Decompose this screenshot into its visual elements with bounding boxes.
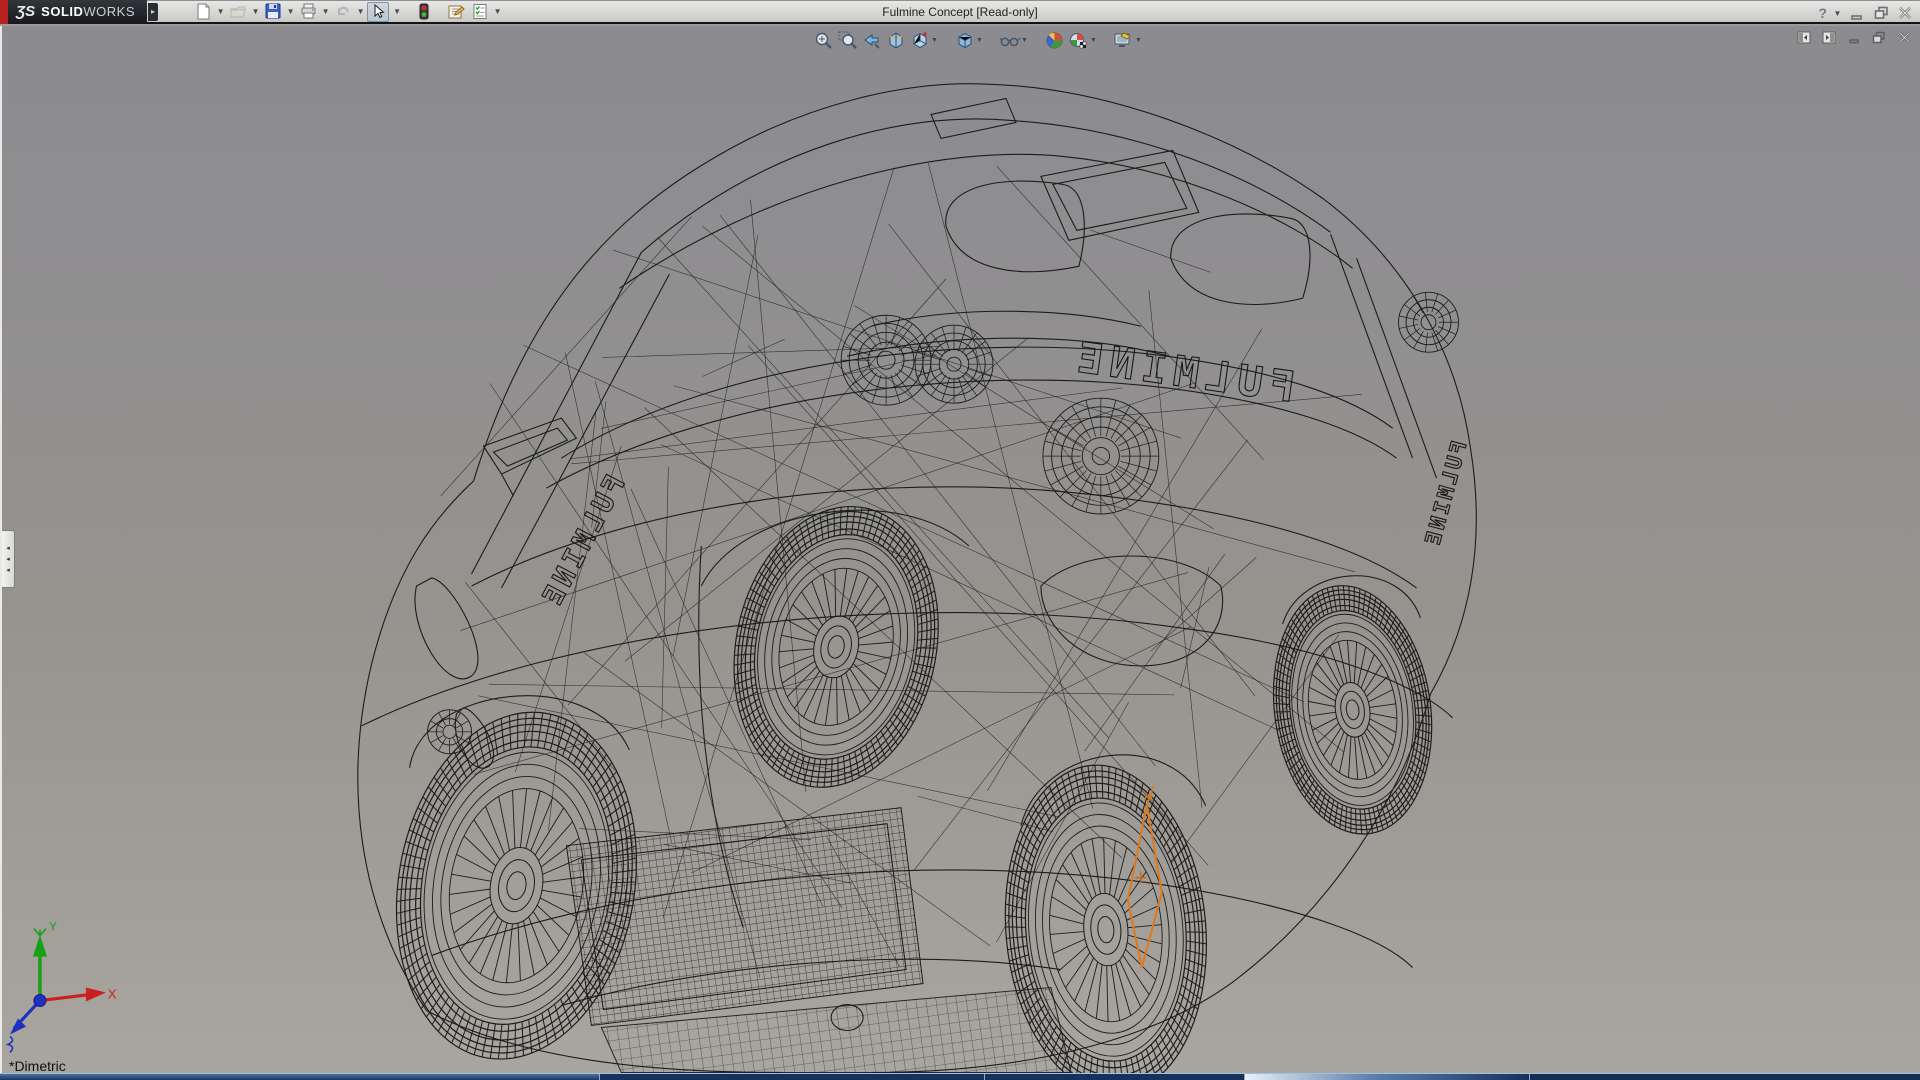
document-restore-icon (1872, 31, 1886, 44)
apply-scene-icon (1069, 31, 1088, 50)
triad-x-label: X (108, 987, 117, 1002)
document-restore-button[interactable] (1871, 29, 1887, 45)
document-close-icon (1898, 31, 1911, 44)
open-folder-icon (230, 3, 247, 20)
taskbar-button-sliver[interactable] (1245, 1074, 1530, 1080)
triad-y-label: Y (49, 920, 57, 934)
titlebar: ƷS SOLIDWORKS ▸ ▼ ▼ ▼ (0, 0, 1920, 24)
options-dropdown-caret[interactable]: ▼ (493, 7, 502, 16)
help-dropdown-caret[interactable]: ▼ (1833, 9, 1842, 18)
hide-show-items-icon (999, 31, 1020, 50)
pane-right-icon (1822, 31, 1836, 44)
featuremanager-flyout-tab[interactable]: ◂ ◂ ◂ (2, 530, 15, 588)
options-checklist-icon (472, 3, 489, 20)
display-style-button[interactable] (952, 29, 976, 51)
undo-icon (335, 3, 352, 20)
document-window-controls (1796, 29, 1912, 45)
rebuild-button[interactable] (413, 2, 435, 22)
edit-appearance-button[interactable] (1042, 29, 1066, 51)
view-orientation-caret[interactable]: ▼ (931, 37, 938, 44)
hide-show-items-caret[interactable]: ▼ (1021, 37, 1028, 44)
model-wireframe-canvas[interactable]: FULMINE FULMINE FULMINE Y X (2, 26, 1920, 1073)
select-dropdown-caret: ▼ (393, 7, 402, 16)
pane-left-icon (1797, 31, 1811, 44)
solidworks-logo: ƷS SOLIDWORKS (8, 0, 147, 24)
print-dropdown-caret[interactable]: ▼ (321, 7, 330, 16)
view-settings-caret[interactable]: ▼ (1135, 37, 1142, 44)
close-button[interactable] (1896, 4, 1914, 22)
options-button[interactable] (469, 2, 491, 22)
view-orientation-icon (910, 31, 929, 50)
heads-up-view-toolbar: ▼ ▼ ▼ (811, 29, 1142, 51)
model-lettering-front: FULMINE (1068, 332, 1298, 412)
pane-tab-arrow: ◂ (6, 567, 10, 574)
titlebar-window-controls: ? ▼ (1818, 1, 1914, 25)
undo-dropdown-caret[interactable]: ▼ (356, 7, 365, 16)
file-properties-icon (447, 3, 465, 20)
display-style-caret[interactable]: ▼ (976, 37, 983, 44)
brand-name-light: WORKS (83, 4, 135, 19)
document-minimize-button[interactable] (1846, 29, 1862, 45)
section-view-button[interactable] (883, 29, 907, 51)
pane-tab-arrow: ◂ (6, 545, 10, 552)
select-button[interactable] (367, 2, 389, 22)
save-button[interactable] (262, 2, 284, 22)
document-minimize-icon (1848, 31, 1861, 44)
taskbar-button-sliver[interactable] (985, 1074, 1245, 1080)
print-icon (300, 3, 317, 20)
taskbar-button-sliver[interactable] (600, 1074, 985, 1080)
new-document-button[interactable] (192, 2, 214, 22)
apply-scene-button[interactable] (1066, 29, 1090, 51)
open-button[interactable] (227, 2, 249, 22)
edit-appearance-icon (1045, 31, 1064, 50)
zoom-to-fit-icon (814, 31, 833, 50)
new-dropdown-caret[interactable]: ▼ (216, 7, 225, 16)
3ds-logo-mark: ƷS (16, 3, 35, 20)
view-settings-button[interactable] (1111, 29, 1135, 51)
apply-scene-caret[interactable]: ▼ (1090, 37, 1097, 44)
select-dropdown-button[interactable]: ▼ (391, 2, 403, 22)
save-dropdown-caret[interactable]: ▼ (286, 7, 295, 16)
rebuild-traffic-light-icon (418, 3, 430, 20)
minimize-button[interactable] (1848, 4, 1866, 22)
section-view-icon (886, 31, 905, 50)
taskbar-button-sliver[interactable] (1530, 1074, 1920, 1080)
view-orientation-button[interactable] (907, 29, 931, 51)
graphics-area[interactable]: FULMINE FULMINE FULMINE Y X (0, 26, 1920, 1073)
view-settings-icon (1113, 31, 1133, 50)
brand-accent-strip (0, 0, 8, 24)
print-button[interactable] (297, 2, 319, 22)
taskbar-sliver[interactable] (0, 1073, 1920, 1080)
zoom-to-fit-button[interactable] (811, 29, 835, 51)
brand-name-bold: SOLID (41, 4, 83, 19)
show-left-pane-button[interactable] (1796, 29, 1812, 45)
standard-toolbar: ▼ ▼ ▼ ▼ (192, 2, 502, 22)
help-button[interactable]: ? (1818, 5, 1827, 21)
undo-button[interactable] (332, 2, 354, 22)
previous-view-button[interactable] (859, 29, 883, 51)
display-style-icon (955, 31, 974, 50)
select-cursor-icon (371, 4, 386, 19)
document-close-button[interactable] (1896, 29, 1912, 45)
taskbar-button-sliver[interactable] (0, 1074, 600, 1080)
save-floppy-icon (265, 3, 282, 20)
zoom-to-area-icon (838, 31, 857, 50)
close-icon (1898, 6, 1912, 20)
zoom-to-area-button[interactable] (835, 29, 859, 51)
front-grille-mesh (566, 808, 1070, 1073)
reference-triad: Y X (8, 920, 117, 1053)
minimize-icon (1850, 6, 1864, 20)
show-right-pane-button[interactable] (1821, 29, 1837, 45)
triad-y-glyph (34, 929, 46, 936)
hide-show-items-button[interactable] (997, 29, 1021, 51)
pane-tab-arrow: ◂ (6, 556, 10, 563)
restore-button[interactable] (1872, 4, 1890, 22)
view-orientation-label: *Dimetric (9, 1058, 66, 1074)
file-properties-button[interactable] (445, 2, 467, 22)
menu-flyout-arrow[interactable]: ▸ (148, 3, 158, 21)
new-document-icon (195, 3, 212, 20)
previous-view-icon (862, 31, 881, 50)
restore-icon (1874, 6, 1889, 20)
open-dropdown-caret[interactable]: ▼ (251, 7, 260, 16)
